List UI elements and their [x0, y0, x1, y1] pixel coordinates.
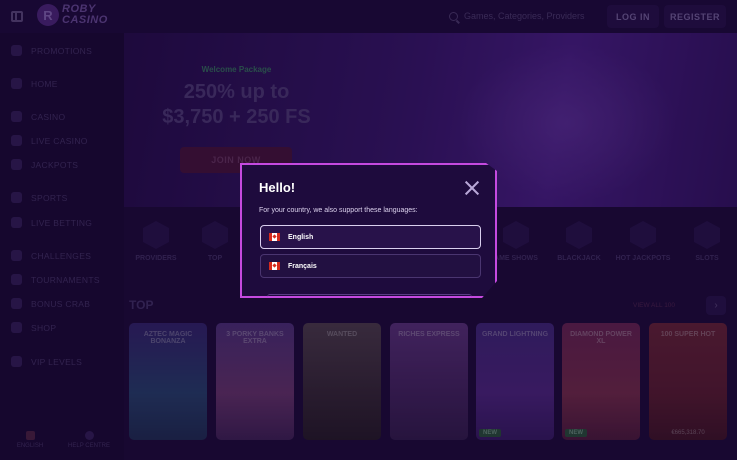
language-option-english[interactable]: English	[260, 225, 481, 249]
canada-flag-icon	[269, 262, 280, 270]
language-modal: Hello! For your country, we also support…	[240, 163, 497, 298]
modal-divider	[267, 294, 472, 297]
modal-subtitle: For your country, we also support these …	[259, 207, 418, 214]
close-icon[interactable]	[464, 180, 480, 196]
modal-title: Hello!	[259, 180, 296, 195]
language-option-french[interactable]: Français	[260, 254, 481, 278]
canada-flag-icon	[269, 233, 280, 241]
